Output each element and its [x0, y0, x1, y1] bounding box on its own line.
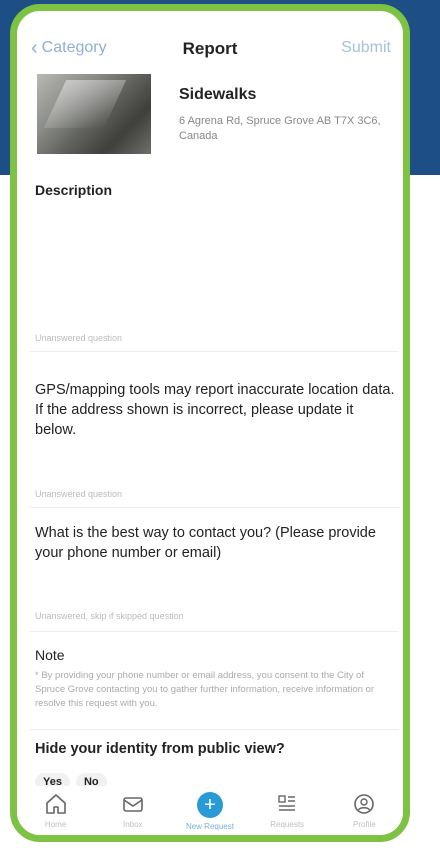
contact-hint: Unanswered, skip if skipped question: [35, 611, 184, 621]
tab-label: Profile: [353, 820, 376, 829]
tab-label: Home: [44, 820, 67, 829]
report-category: Sidewalks: [179, 86, 257, 103]
gps-question: GPS/mapping tools may report inaccurate …: [35, 382, 395, 438]
tab-profile[interactable]: Profile: [332, 792, 396, 829]
plus-icon: +: [196, 792, 223, 818]
description-hint: Unanswered question: [35, 333, 123, 343]
divider: [29, 729, 399, 730]
profile-icon: [354, 794, 375, 814]
report-photo[interactable]: [37, 74, 151, 154]
tab-bar: Home Inbox + New Request Requests Profil…: [17, 786, 403, 835]
mail-icon: [122, 797, 143, 812]
home-icon: [45, 794, 66, 814]
chevron-left-icon: ‹: [31, 37, 38, 59]
tab-label: Requests: [270, 820, 305, 829]
report-address: 6 Agrena Rd, Spruce Grove AB T7X 3C6, Ca…: [179, 115, 381, 142]
hide-identity-question: Hide your identity from public view?: [35, 741, 285, 757]
description-field[interactable]: [29, 203, 399, 313]
note-label: Note: [35, 647, 65, 663]
address-update-field[interactable]: [29, 443, 399, 483]
tab-new-request[interactable]: + New Request: [178, 792, 242, 831]
phone-frame: ‹ Category Report Submit Sidewalks 6 Agr…: [10, 4, 410, 842]
tab-label: Inbox: [122, 820, 143, 829]
divider: [29, 351, 399, 352]
description-label: Description: [35, 182, 113, 198]
gps-hint: Unanswered question: [35, 489, 123, 499]
contact-question: What is the best way to contact you? (Pl…: [35, 525, 376, 561]
tab-inbox[interactable]: Inbox: [101, 792, 165, 829]
navigation-bar: ‹ Category Report Submit: [17, 11, 403, 73]
divider: [29, 507, 399, 508]
report-summary: Sidewalks 6 Agrena Rd, Spruce Grove AB T…: [37, 74, 397, 156]
divider: [29, 631, 399, 632]
back-button[interactable]: ‹ Category: [31, 37, 107, 59]
list-icon: [278, 795, 296, 811]
note-text: * By providing your phone number or emai…: [35, 670, 375, 709]
contact-field[interactable]: [29, 567, 399, 607]
tab-label: New Request: [185, 822, 234, 831]
submit-button[interactable]: Submit: [341, 39, 391, 57]
tab-requests[interactable]: Requests: [255, 792, 319, 829]
tab-home[interactable]: Home: [24, 792, 88, 829]
back-label: Category: [41, 39, 107, 56]
